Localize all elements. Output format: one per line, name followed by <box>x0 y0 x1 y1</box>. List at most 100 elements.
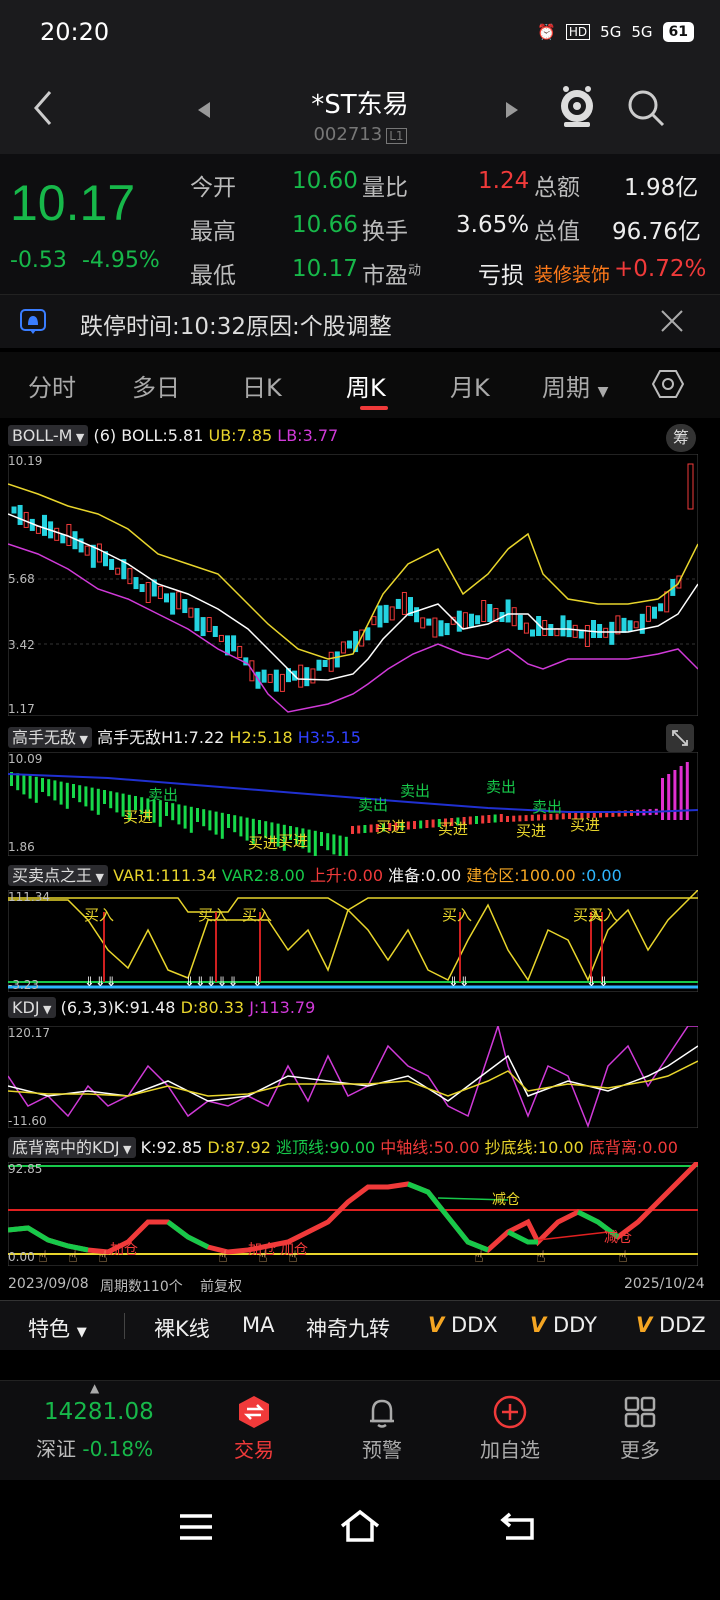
tab-monthly[interactable]: 月K <box>450 368 490 403</box>
candle <box>237 645 243 658</box>
vip-icon: V <box>530 1313 547 1337</box>
boll-candles <box>11 463 694 692</box>
candle <box>426 618 432 626</box>
tool-ddz[interactable]: V DDZ <box>636 1313 706 1337</box>
gswd-panel: 高手无敌 ▼ 高手无敌H1:7.22 H2:5.18 H3:5.15 卖出 卖出… <box>0 720 720 858</box>
candle <box>548 624 554 636</box>
dbl-panel: 底背离中的KDJ ▼ K:92.85 D:87.92 逃顶线:90.00 中轴线… <box>0 1130 720 1272</box>
gswd-indicator-select[interactable]: 高手无敌 ▼ <box>8 727 92 748</box>
mmd-axis-bottom: -3.23 <box>8 978 40 992</box>
l1-badge: L1 <box>386 128 407 144</box>
buy-label: 买进 <box>516 822 546 840</box>
nav-alert[interactable]: 预警 <box>322 1395 442 1463</box>
pe-label-text: 市盈 <box>362 263 408 289</box>
tab-weekly[interactable]: 周K <box>346 368 386 403</box>
nav-add-watchlist[interactable]: 加自选 <box>450 1395 570 1463</box>
grid-more-icon <box>624 1396 656 1428</box>
boll-header: BOLL-M ▼ (6) BOLL:5.81 UB:7.85 LB:3.77 <box>8 425 338 446</box>
signal-icon: 5G <box>600 23 622 41</box>
industry-link[interactable]: 装修装饰 <box>534 260 610 287</box>
buy-label: 买入 <box>84 906 114 924</box>
stock-header: *ST东易 002713 L1 <box>0 68 720 154</box>
market-cap-label: 总值 <box>534 219 580 245</box>
kdj-indicator-select[interactable]: KDJ ▼ <box>8 997 56 1018</box>
tool-ddy[interactable]: V DDY <box>530 1313 597 1337</box>
gswd-bar <box>481 815 485 824</box>
add-label: 加仓 <box>110 1242 138 1258</box>
dbl-name: 底背离中的KDJ <box>12 1138 120 1157</box>
dbl-mid: 中轴线:50.00 <box>380 1138 480 1157</box>
nav-trade-label: 交易 <box>234 1438 274 1462</box>
buy-label: 买进 <box>123 808 153 826</box>
dbl-indicator-select[interactable]: 底背离中的KDJ ▼ <box>8 1137 136 1158</box>
candle <box>615 615 621 635</box>
gswd-bar <box>524 815 528 822</box>
menu-icon[interactable] <box>178 1512 214 1542</box>
boll-chart[interactable] <box>8 454 698 716</box>
candle <box>115 567 121 575</box>
kdj-axis-bottom: -11.60 <box>8 1114 47 1128</box>
return-icon[interactable] <box>500 1510 536 1542</box>
tab-period[interactable]: 周期 ▼ <box>542 368 608 403</box>
candle <box>84 545 90 556</box>
dbl-chart[interactable]: 减仓 加仓 加仓 加仓 减仓 ☝ ☝ ☝ ☝ ☝ ☝ ☝ ☝ ☝ <box>8 1162 698 1266</box>
candle <box>17 504 23 525</box>
gswd-bar <box>177 804 181 825</box>
industry-pct: +0.72% <box>614 256 707 282</box>
dbl-k-line <box>8 1162 698 1255</box>
sell-label: 卖出 <box>148 786 178 804</box>
tool-td9[interactable]: 神奇九转 <box>306 1313 390 1343</box>
buy-label: 买进 <box>438 820 468 838</box>
nav-trade[interactable]: 交易 <box>194 1395 314 1463</box>
footer-end-date: 2025/10/24 <box>624 1276 705 1292</box>
vol-ratio-value: 1.24 <box>478 168 530 194</box>
battery-icon: 61 <box>662 22 694 42</box>
amount-label: 总额 <box>534 175 580 201</box>
gswd-bar <box>109 791 113 809</box>
candle <box>66 523 72 546</box>
special-dropdown[interactable]: 特色 ▼ <box>28 1313 87 1343</box>
gswd-bar <box>189 806 193 833</box>
index-info[interactable]: 深证 -0.18% <box>36 1433 153 1462</box>
kdj-d-line <box>8 1060 698 1097</box>
gswd-bar <box>431 819 435 828</box>
gswd-bar <box>28 775 32 799</box>
expand-icon[interactable] <box>666 724 694 752</box>
tool-naked-k[interactable]: 裸K线 <box>154 1313 210 1343</box>
mmd-var1: VAR1:111.34 <box>113 866 217 885</box>
mmd-chart[interactable]: 买入 买入 买入 买入 买入 买入 ⇓⇓⇓ ⇓⇓⇓⇓⇓ ⇓ ⇓⇓ ⇓ ⇓ <box>8 890 698 992</box>
close-icon[interactable] <box>660 309 684 333</box>
index-name: 深证 <box>36 1437 76 1461</box>
chip-button[interactable]: 筹 <box>666 424 696 452</box>
mmd-indicator-select[interactable]: 买卖点之王 ▼ <box>8 865 108 886</box>
candle <box>42 514 47 536</box>
search-icon[interactable] <box>626 88 666 128</box>
tool-ddx[interactable]: V DDX <box>428 1313 498 1337</box>
stock-code-text: 002713 <box>313 124 383 145</box>
gswd-chart[interactable]: 卖出 卖出 卖出 卖出 卖出 买进 买进 买进 买进 买进 买进 买进 <box>8 752 698 856</box>
tab-multi-day[interactable]: 多日 <box>132 368 180 403</box>
tab-intraday[interactable]: 分时 <box>28 368 76 403</box>
boll-indicator-select[interactable]: BOLL-M ▼ <box>8 425 89 446</box>
svg-text:☝: ☝ <box>68 1247 78 1266</box>
dbl-d: D:87.92 <box>207 1138 271 1157</box>
next-stock-icon[interactable] <box>506 102 518 118</box>
mmd-yellow-line <box>8 890 698 982</box>
nav-more[interactable]: 更多 <box>580 1395 700 1463</box>
candle <box>365 627 371 641</box>
home-icon[interactable] <box>338 1508 382 1544</box>
index-value[interactable]: 14281.08 <box>44 1399 154 1425</box>
tab-daily[interactable]: 日K <box>242 368 282 403</box>
settings-hex-icon[interactable] <box>652 368 684 400</box>
candle <box>395 598 401 609</box>
candle <box>542 620 548 636</box>
open-label: 今开 <box>190 175 236 201</box>
candle <box>560 615 566 637</box>
tool-ma[interactable]: MA <box>242 1313 274 1337</box>
candle <box>212 625 218 637</box>
limit-down-notice[interactable]: 跌停时间:10:32原因:个股调整 <box>0 294 720 348</box>
footer-adjust[interactable]: 前复权 <box>200 1276 242 1296</box>
mascot-icon[interactable] <box>556 84 598 130</box>
kdj-chart[interactable] <box>8 1026 698 1128</box>
gswd-bar <box>499 814 503 822</box>
